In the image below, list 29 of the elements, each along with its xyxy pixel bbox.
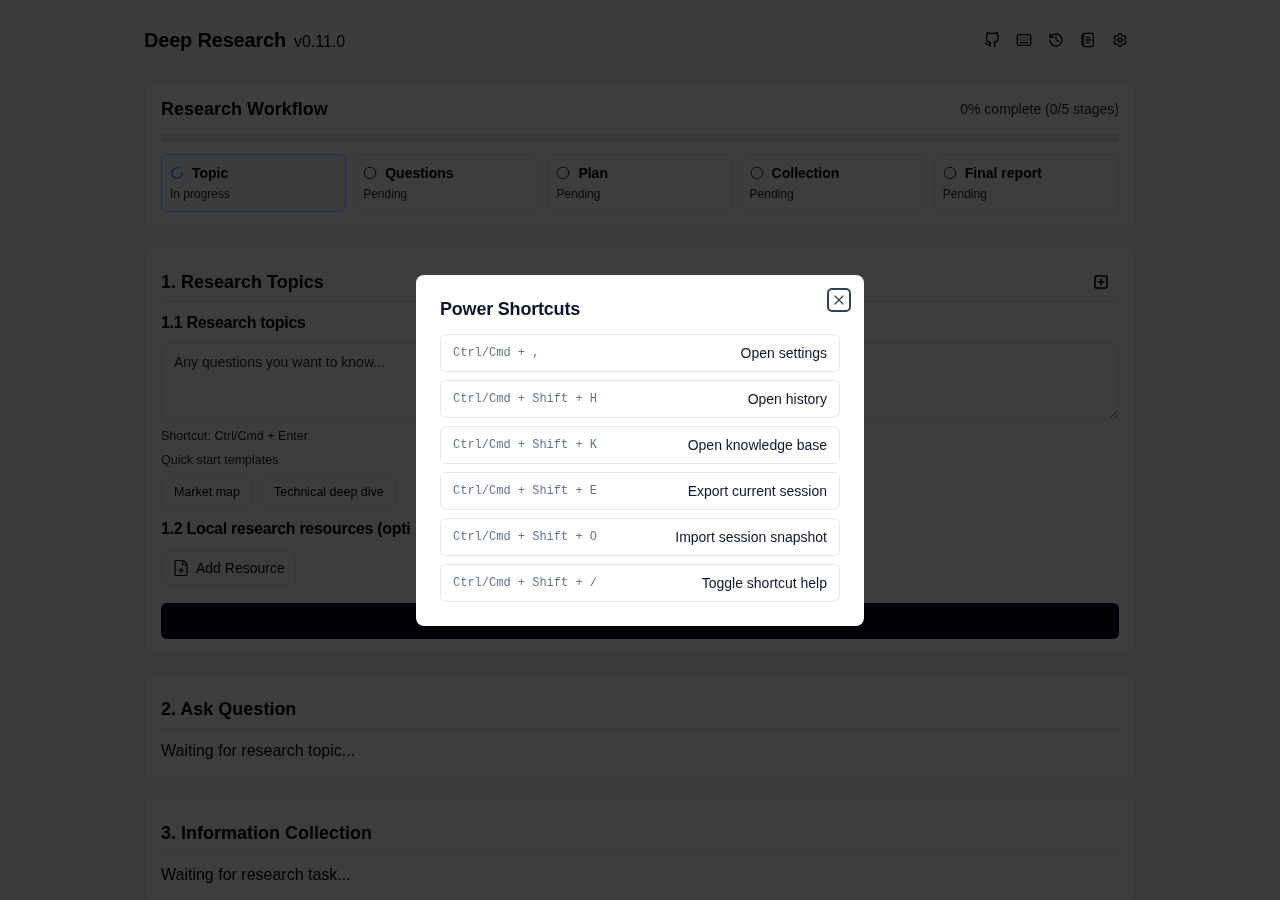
status-text: Waiting for research task... xyxy=(161,865,351,885)
shortcut-keys: Ctrl/Cmd + , xyxy=(453,345,540,360)
stage-name: Plan xyxy=(578,165,608,181)
app-title: Deep Research xyxy=(144,28,286,53)
shortcut-keys: Ctrl/Cmd + Shift + O xyxy=(453,529,598,544)
stage-name: Questions xyxy=(385,165,454,181)
card-title: Research Workflow xyxy=(161,98,328,121)
shortcut-action: Open knowledge base xyxy=(687,436,827,453)
stage-name: Final report xyxy=(964,165,1042,181)
status-text: Waiting for research topic... xyxy=(161,741,356,761)
shortcut-keys: Ctrl/Cmd + Shift + K xyxy=(453,437,598,452)
shortcut-keys: Ctrl/Cmd + Shift + / xyxy=(453,575,598,590)
section-title: 3. Information Collection xyxy=(161,822,372,845)
shortcut-action: Toggle shortcut help xyxy=(701,574,827,591)
subsection-title: 1.1 Research topics xyxy=(161,313,306,333)
close-button[interactable] xyxy=(827,287,851,312)
subsection-title: 1.2 Local research resources (opti xyxy=(161,519,411,539)
dialog-title: Power Shortcuts xyxy=(440,298,581,319)
section-title: 2. Ask Question xyxy=(161,698,297,721)
section-title: 1. Research Topics xyxy=(161,271,324,294)
shortcut-action: Import session snapshot xyxy=(675,528,827,545)
version-label: v0.11.0 xyxy=(293,33,346,51)
shortcut-keys: Ctrl/Cmd + Shift + E xyxy=(453,483,598,498)
stage-name: Topic xyxy=(192,165,229,181)
shortcut-action: Export current session xyxy=(687,482,827,499)
stage-name: Collection xyxy=(771,165,840,181)
shortcut-keys: Ctrl/Cmd + Shift + H xyxy=(453,391,598,406)
shortcut-action: Open history xyxy=(747,390,827,407)
shortcut-action: Open settings xyxy=(740,344,827,361)
